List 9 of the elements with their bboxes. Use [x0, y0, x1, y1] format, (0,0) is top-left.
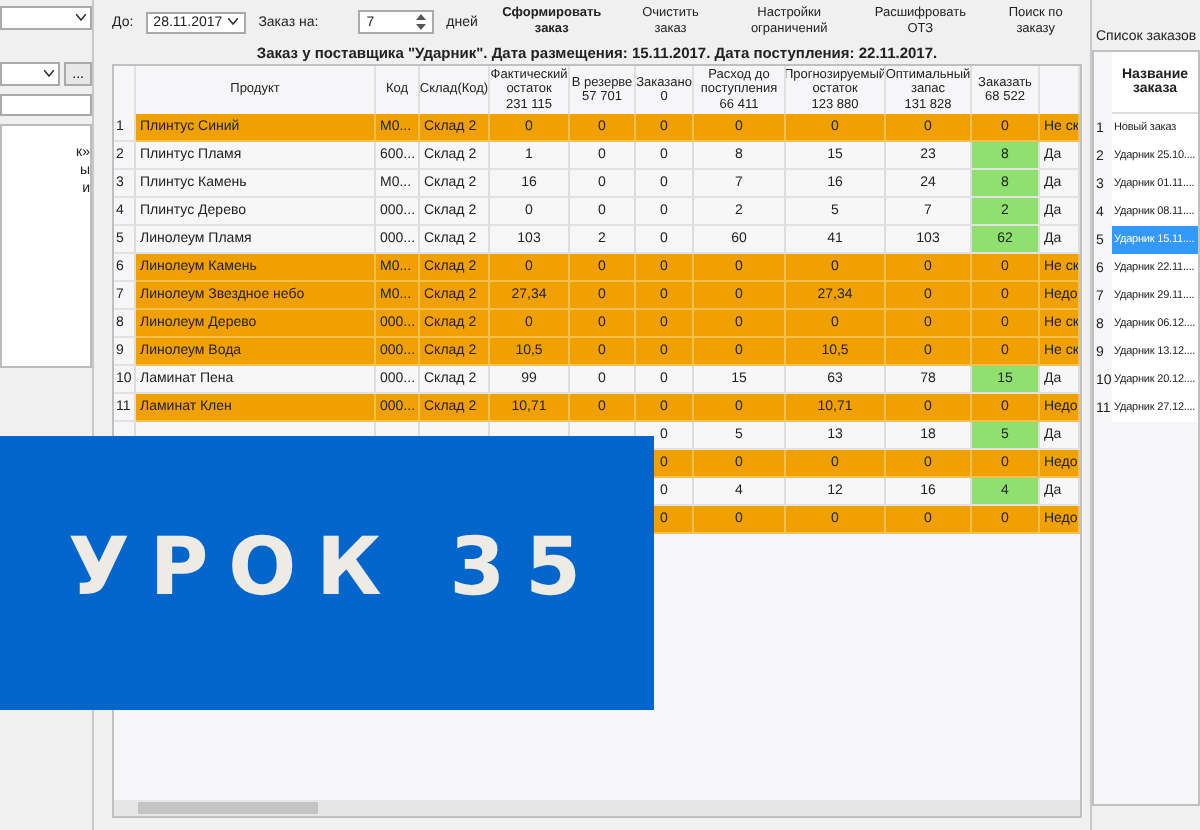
- dropdown[interactable]: [0, 62, 61, 86]
- lesson-title: УРОК 35: [68, 524, 601, 612]
- caret-icon: [76, 14, 86, 22]
- spinner-arrows-icon: [416, 14, 427, 30]
- dropdown[interactable]: [0, 6, 92, 30]
- horizontal-scrollbar[interactable]: [114, 800, 1080, 816]
- input-field[interactable]: [0, 94, 92, 116]
- caret-icon: [44, 70, 55, 78]
- caret-icon: [228, 18, 239, 26]
